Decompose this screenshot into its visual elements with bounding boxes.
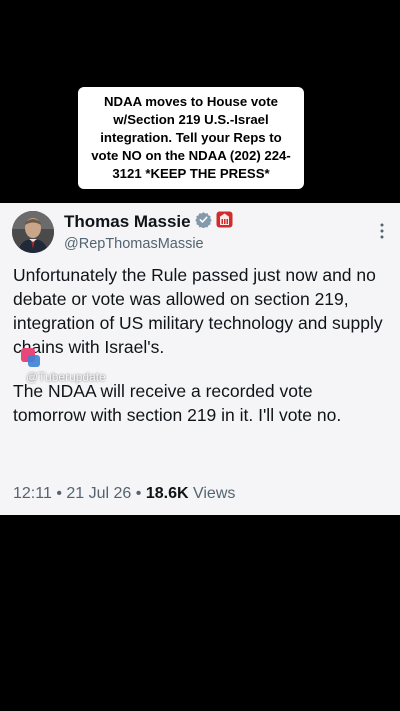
watermark-text: @Tuberupdate [26, 370, 106, 384]
government-badge-icon [216, 211, 233, 233]
tweet-card: Thomas Massie @RepThomasMassie Unfortuna… [0, 203, 400, 515]
video-caption-box: NDAA moves to House vote w/Section 219 U… [78, 87, 304, 189]
caption-text: NDAA moves to House vote w/Section 219 U… [91, 94, 291, 181]
meta-separator: • [56, 485, 62, 502]
avatar[interactable] [12, 211, 54, 253]
author-name-row: Thomas Massie [64, 211, 233, 233]
views-label: Views [192, 485, 236, 502]
tweet-date[interactable]: 21 Jul 26 [66, 485, 131, 502]
views-count: 18.6K [145, 485, 189, 502]
author-handle[interactable]: @RepThomasMassie [64, 236, 204, 252]
tweet-meta: 12:11 • 21 Jul 26 • 18.6K Views [13, 485, 235, 503]
verified-badge-icon [194, 211, 212, 233]
author-name[interactable]: Thomas Massie [64, 212, 191, 232]
tweet-time[interactable]: 12:11 [13, 485, 52, 502]
meta-separator: • [135, 485, 142, 502]
watermark: @Tuberupdate [18, 340, 128, 390]
more-options-icon[interactable] [380, 223, 384, 239]
